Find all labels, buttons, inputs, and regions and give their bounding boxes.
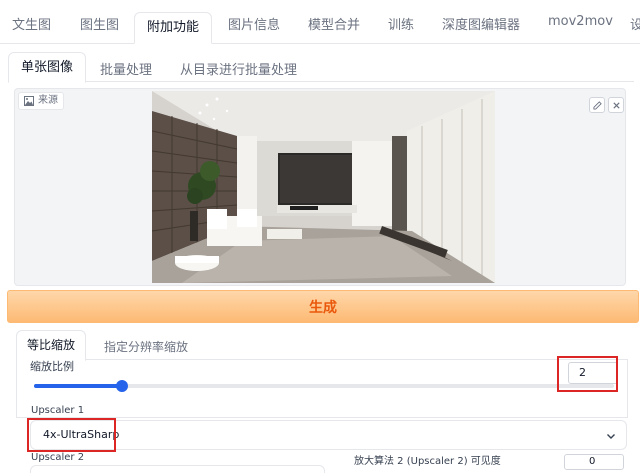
image-icon xyxy=(24,96,34,106)
tab-settings[interactable]: 设 xyxy=(630,14,640,33)
source-image-panel[interactable]: 来源 xyxy=(14,88,626,286)
resize-slider[interactable] xyxy=(34,380,614,392)
tab-batch-from-directory[interactable]: 从目录进行批量处理 xyxy=(180,59,297,78)
source-label-text: 来源 xyxy=(38,95,58,106)
chevron-down-icon xyxy=(607,434,615,439)
upscaler2-label: Upscaler 2 xyxy=(31,452,85,463)
highlight-box-resize xyxy=(557,356,618,392)
resize-label: 缩放比例 xyxy=(30,360,74,373)
tab-mov2mov[interactable]: mov2mov xyxy=(548,14,613,29)
edit-icon xyxy=(592,100,602,110)
scale-by-box xyxy=(16,360,628,418)
source-label: 来源 xyxy=(18,92,64,110)
upscaler1-label: Upscaler 1 xyxy=(31,405,85,416)
upscaler2-dropdown[interactable] xyxy=(30,465,325,473)
tab-txt2img[interactable]: 文生图 xyxy=(12,14,51,33)
resize-slider-fill xyxy=(34,384,123,388)
scale-tab-bar: 等比缩放 指定分辨率缩放 xyxy=(16,330,628,361)
tab-single-image[interactable]: 单张图像 xyxy=(8,52,87,83)
clear-image-button[interactable] xyxy=(608,97,624,113)
tab-scale-by[interactable]: 等比缩放 xyxy=(16,330,87,361)
extras-subtab-bar: 单张图像 批量处理 从目录进行批量处理 xyxy=(8,52,634,83)
tab-png-info[interactable]: 图片信息 xyxy=(228,14,280,33)
tab-img2img[interactable]: 图生图 xyxy=(80,14,119,33)
main-tab-bar: 文生图 图生图 附加功能 图片信息 模型合并 训练 深度图编辑器 mov2mov… xyxy=(0,0,640,44)
upscaler2-visibility-label: 放大算法 2 (Upscaler 2) 可见度 xyxy=(354,456,501,467)
tab-batch-process[interactable]: 批量处理 xyxy=(100,59,152,78)
tab-depth-editor[interactable]: 深度图编辑器 xyxy=(442,14,520,33)
upscaler1-dropdown[interactable]: 4x-UltraSharp xyxy=(30,420,627,450)
generate-button[interactable]: 生成 xyxy=(7,290,639,323)
scale-panel: 等比缩放 指定分辨率缩放 缩放比例 2 Upscaler 1 4x-UltraS… xyxy=(8,324,634,473)
highlight-box-upscaler1 xyxy=(27,418,116,452)
tab-train[interactable]: 训练 xyxy=(388,14,414,33)
close-icon xyxy=(612,101,620,109)
tab-checkpoint-merger[interactable]: 模型合并 xyxy=(308,14,360,33)
tab-extras[interactable]: 附加功能 xyxy=(134,12,213,44)
edit-button[interactable] xyxy=(589,97,605,113)
tab-scale-to[interactable]: 指定分辨率缩放 xyxy=(104,338,188,355)
source-image xyxy=(152,91,495,283)
upscaler2-visibility-input[interactable]: 0 xyxy=(564,454,624,470)
